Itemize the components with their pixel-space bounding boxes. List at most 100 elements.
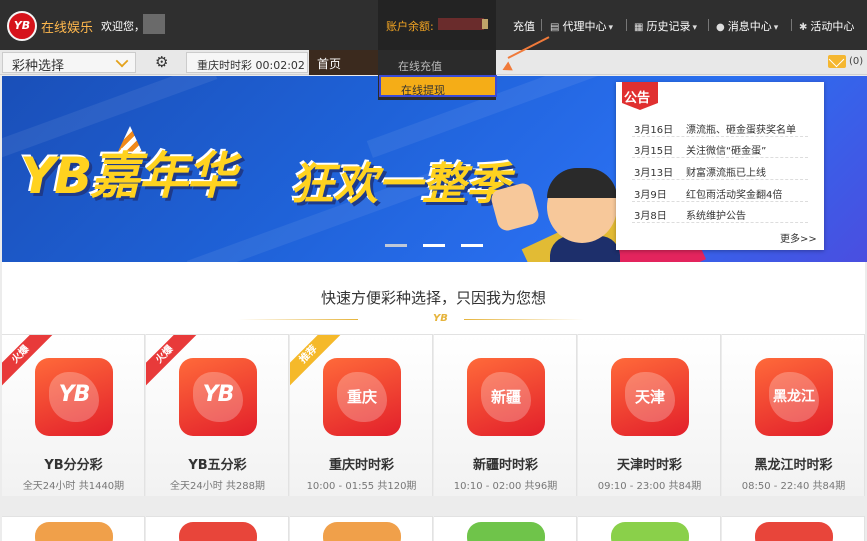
lottery-card-partial[interactable]	[2, 516, 145, 541]
banner-title: YB嘉年华	[20, 147, 236, 205]
banner-subtitle: 狂欢一整季	[290, 159, 510, 210]
lottery-icon-text: YB	[58, 382, 91, 407]
lottery-icon	[323, 522, 401, 541]
lottery-icon	[611, 522, 689, 541]
announcement-date: 3月8日	[634, 211, 667, 222]
announcement-date: 3月13日	[634, 168, 674, 179]
announcement-item[interactable]: 3月9日 红包雨活动奖金翻4倍	[632, 182, 808, 202]
lottery-card-xinjiang[interactable]: 新疆 新疆时时彩 10:10 - 02:00 共96期	[434, 334, 577, 496]
menu-item-online-recharge[interactable]: 在线充值	[378, 53, 496, 75]
lottery-card-partial[interactable]	[290, 516, 433, 541]
announcement-text: 系统维护公告	[686, 211, 746, 222]
announcement-date: 3月16日	[634, 125, 674, 136]
lottery-name: 天津时时彩	[616, 458, 682, 473]
chat-bubble-icon: ●	[716, 22, 725, 33]
lottery-icon	[467, 522, 545, 541]
announcement-item[interactable]: 3月16日 漂流瓶、砸金蛋获奖名单	[632, 117, 808, 137]
section-divider	[238, 319, 358, 320]
chevron-down-icon	[115, 54, 129, 68]
carousel-dot[interactable]	[423, 244, 445, 247]
username-redacted	[143, 14, 165, 34]
lottery-card-partial[interactable]	[722, 516, 865, 541]
lottery-icon-text: 新疆	[490, 388, 521, 406]
announcement-item[interactable]: 3月15日 关注微信“砸金蛋”	[632, 138, 808, 158]
announcement-text: 财富漂流瓶已上线	[686, 168, 766, 179]
agent-icon: ▤	[550, 22, 560, 33]
lottery-schedule: 08:50 - 22:40 共84期	[741, 481, 846, 492]
lottery-name: 黑龙江时时彩	[754, 458, 833, 473]
announcement-text: 红包雨活动奖金翻4倍	[686, 190, 783, 201]
lottery-type-select[interactable]: 彩种选择	[2, 52, 136, 74]
nav-recharge[interactable]: 充值	[513, 18, 535, 34]
nav-messages[interactable]: ● 消息中心 ▾	[716, 18, 778, 34]
carousel-dot[interactable]	[385, 244, 407, 247]
tab-home-label: 首页	[317, 57, 342, 71]
announcement-more-link[interactable]: 更多>>	[780, 230, 817, 245]
lottery-card-partial[interactable]	[578, 516, 721, 541]
carousel-dot[interactable]	[461, 244, 483, 247]
nav-recharge-label: 充值	[513, 20, 535, 33]
nav-history[interactable]: ▦ 历史记录 ▾	[634, 18, 697, 34]
lottery-icon	[755, 522, 833, 541]
menu-item-online-withdraw[interactable]: 在线提现	[379, 75, 497, 97]
nav-agent-center[interactable]: ▤ 代理中心 ▾	[550, 18, 613, 34]
lottery-select-label: 彩种选择	[12, 59, 65, 74]
gear-icon[interactable]: ⚙	[155, 53, 168, 71]
lottery-card-chongqing[interactable]: 推荐 重庆 重庆时时彩 10:00 - 01:55 共120期	[290, 334, 433, 496]
section-mark: YB	[433, 313, 448, 324]
announcement-title: 公告	[624, 91, 651, 106]
lottery-schedule: 全天24小时 共1440期	[22, 481, 125, 492]
lottery-icon-text: YB	[202, 382, 235, 407]
balance-value-redacted	[438, 18, 484, 30]
site-name: 在线娱乐	[41, 21, 94, 36]
lottery-icon: YB	[179, 358, 257, 436]
lottery-name: 新疆时时彩	[472, 458, 538, 473]
chevron-down-icon: ▾	[692, 23, 697, 33]
nav-activities-label: 活动中心	[810, 20, 855, 33]
account-balance-toggle[interactable]: 账户余额:	[378, 0, 496, 50]
lottery-icon	[35, 522, 113, 541]
nav-history-label: 历史记录	[646, 20, 691, 33]
section-divider	[464, 319, 584, 320]
announcement-date: 3月15日	[634, 146, 674, 157]
announcement-item[interactable]: 3月13日 财富漂流瓶已上线	[632, 160, 808, 180]
lottery-icon-text: 重庆	[346, 388, 377, 406]
nav-divider	[541, 19, 542, 31]
nav-divider	[791, 19, 792, 31]
lottery-card-yb-ffc[interactable]: 火爆 YB YB分分彩 全天24小时 共1440期	[2, 334, 145, 496]
lottery-schedule: 09:10 - 23:00 共84期	[597, 481, 702, 492]
announcement-text: 漂流瓶、砸金蛋获奖名单	[686, 125, 796, 136]
site-logo[interactable]: YB	[7, 11, 37, 41]
balance-label: 账户余额:	[386, 20, 434, 33]
nav-divider	[708, 19, 709, 31]
nav-divider	[626, 19, 627, 31]
mail-icon[interactable]	[828, 55, 846, 68]
nav-messages-label: 消息中心	[727, 20, 772, 33]
announcement-item[interactable]: 3月8日 系统维护公告	[632, 203, 808, 223]
lottery-card-partial[interactable]	[434, 516, 577, 541]
lottery-card-yb-5fc[interactable]: 火爆 YB YB五分彩 全天24小时 共288期	[146, 334, 289, 496]
lottery-grid: 火爆 YB YB分分彩 全天24小时 共1440期 火爆 YB YB五分彩 全天…	[2, 334, 865, 541]
lottery-card-heilongjiang[interactable]: 黑龙江 黑龙江时时彩 08:50 - 22:40 共84期	[722, 334, 865, 496]
announcement-date: 3月9日	[634, 190, 667, 201]
nav-activities[interactable]: ✱ 活动中心	[799, 18, 854, 34]
mail-count[interactable]: (0)	[849, 56, 863, 67]
balance-caret-icon	[482, 19, 488, 29]
lottery-icon-text: 天津	[634, 388, 665, 406]
top-bar: YB 在线娱乐 欢迎您， 账户余额: 充值 ▤ 代理中心 ▾ ▦ 历史记录 ▾ ● 消息中…	[0, 0, 867, 50]
thumbs-up-graphic	[489, 181, 541, 233]
lottery-schedule: 10:10 - 02:00 共96期	[453, 481, 558, 492]
mascot-hair-graphic	[547, 168, 617, 198]
lottery-name: YB分分彩	[44, 458, 103, 473]
lottery-card-tianjin[interactable]: 天津 天津时时彩 09:10 - 23:00 共84期	[578, 334, 721, 496]
lottery-icon: 新疆	[467, 358, 545, 436]
lottery-card-partial[interactable]	[146, 516, 289, 541]
announcement-text: 关注微信“砸金蛋”	[686, 146, 767, 157]
lottery-schedule: 10:00 - 01:55 共120期	[306, 481, 417, 492]
nav-agent-label: 代理中心	[562, 20, 607, 33]
lottery-schedule: 全天24小时 共288期	[170, 481, 265, 492]
lottery-icon	[179, 522, 257, 541]
lottery-icon: 天津	[611, 358, 689, 436]
tab-home[interactable]: 首页	[309, 50, 379, 75]
draw-countdown: 重庆时时彩 00:02:02	[186, 52, 308, 73]
